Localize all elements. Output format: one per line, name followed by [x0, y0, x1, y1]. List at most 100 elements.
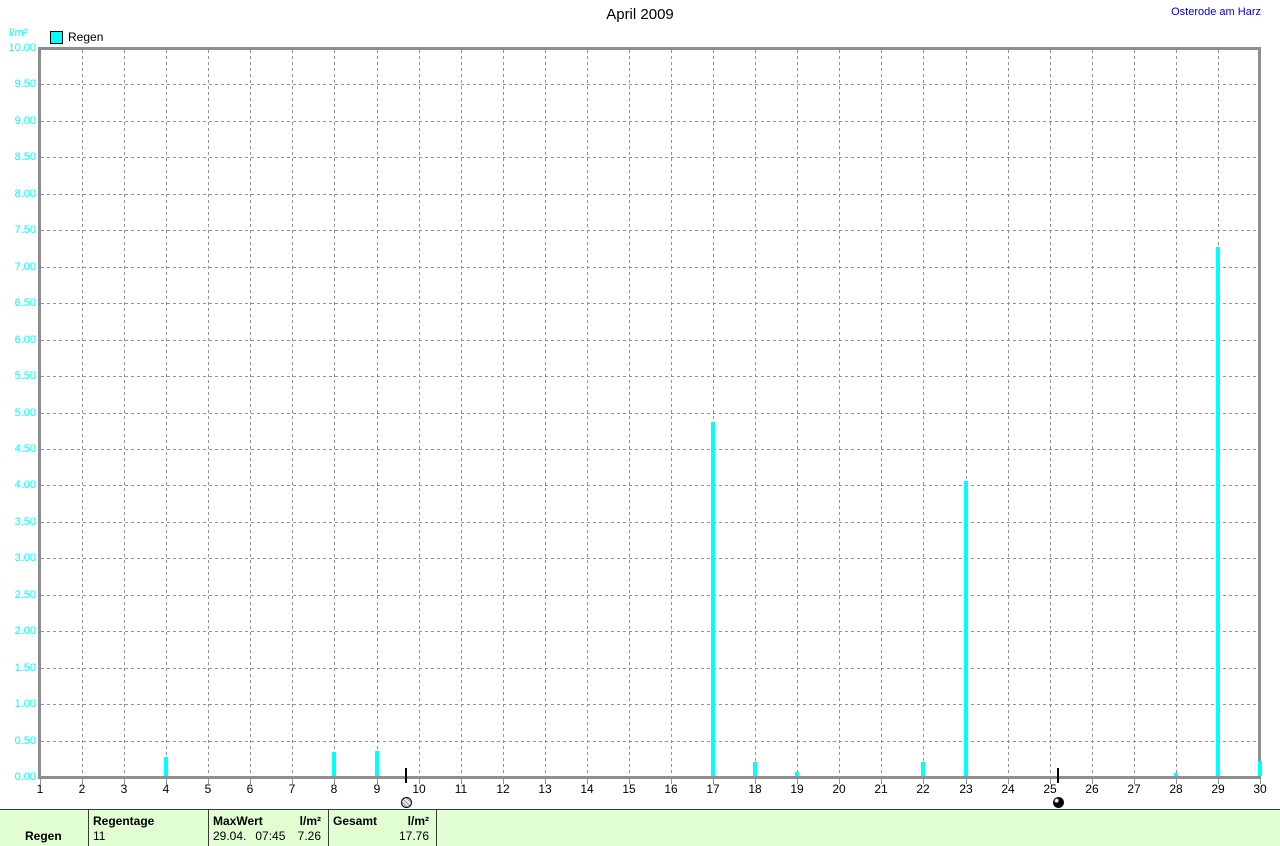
x-grid-line — [1134, 50, 1135, 776]
y-grid-line — [41, 668, 1258, 669]
y-tick-label: 3.00 — [14, 552, 36, 564]
y-tick-label: 8.00 — [14, 188, 36, 200]
summary-cell-regentage: Regentage 11 — [88, 810, 208, 846]
y-tick-label: 1.00 — [14, 698, 36, 710]
summary-cell-maxwert: MaxWert l/m² 29.04. 07:45 7.26 — [208, 810, 328, 846]
x-day-label: 26 — [1085, 782, 1099, 796]
x-day-label: 7 — [288, 782, 296, 796]
x-grid-line — [419, 50, 420, 776]
x-day-label: 25 — [1043, 782, 1057, 796]
x-grid-line — [377, 50, 378, 776]
y-tick-label: 1.50 — [14, 662, 36, 674]
y-tick-label: 9.00 — [14, 115, 36, 127]
x-grid-line — [545, 50, 546, 776]
x-grid-line — [839, 50, 840, 776]
x-day-label: 9 — [373, 782, 381, 796]
x-grid-line — [461, 50, 462, 776]
moon-phase-tick — [405, 768, 407, 783]
rain-bar — [711, 422, 715, 776]
y-tick-label: 4.00 — [14, 479, 36, 491]
x-day-label: 11 — [454, 782, 468, 796]
maxwert-time: 07:45 — [255, 829, 286, 843]
summary-table: Regen Regentage 11 MaxWert l/m² 29.04. 0… — [0, 809, 1280, 846]
rain-bar — [375, 751, 379, 776]
rain-bar — [332, 752, 336, 776]
y-grid-line — [41, 157, 1258, 158]
y-tick-label: 0.50 — [14, 735, 36, 747]
x-grid-line — [1050, 50, 1051, 776]
rain-bar — [795, 772, 799, 776]
x-grid-line — [671, 50, 672, 776]
y-tick-label: 3.50 — [14, 516, 36, 528]
x-day-label: 17 — [706, 782, 720, 796]
y-grid-line — [41, 522, 1258, 523]
y-grid-line — [41, 84, 1258, 85]
y-grid-line — [41, 121, 1258, 122]
x-grid-line — [923, 50, 924, 776]
rain-bar — [164, 757, 168, 776]
rain-bar — [921, 762, 925, 776]
x-grid-line — [166, 50, 167, 776]
maxwert-header: MaxWert — [213, 814, 263, 828]
summary-cell-gesamt: Gesamt l/m² 17.76 — [328, 810, 436, 846]
x-day-label: 15 — [622, 782, 636, 796]
y-grid-line — [41, 558, 1258, 559]
regentage-header: Regentage — [93, 814, 155, 828]
y-grid-line — [41, 230, 1258, 231]
y-tick-label: 7.50 — [14, 224, 36, 236]
x-day-label: 10 — [412, 782, 426, 796]
x-day-label: 3 — [120, 782, 128, 796]
x-grid-line — [587, 50, 588, 776]
y-grid-line — [41, 376, 1258, 377]
gesamt-unit: l/m² — [407, 814, 429, 828]
y-grid-line — [41, 340, 1258, 341]
gesamt-header: Gesamt — [333, 814, 378, 828]
x-grid-line — [755, 50, 756, 776]
x-grid-line — [1092, 50, 1093, 776]
gesamt-value: 17.76 — [398, 829, 429, 843]
regentage-value: 11 — [93, 829, 106, 843]
full-moon-icon — [401, 797, 412, 808]
y-tick-label: 8.50 — [14, 151, 36, 163]
y-tick-label: 10.00 — [8, 42, 36, 54]
y-grid-line — [41, 267, 1258, 268]
x-day-label: 12 — [496, 782, 510, 796]
y-grid-line — [41, 741, 1258, 742]
rain-bar — [1174, 773, 1178, 776]
x-day-label: 19 — [790, 782, 804, 796]
x-grid-line — [82, 50, 83, 776]
y-tick-label: 7.00 — [14, 261, 36, 273]
y-tick-label: 2.00 — [14, 625, 36, 637]
x-day-label: 23 — [959, 782, 973, 796]
y-tick-label: 4.50 — [14, 443, 36, 455]
x-grid-line — [881, 50, 882, 776]
y-tick-label: 5.50 — [14, 370, 36, 382]
x-day-label: 1 — [36, 782, 44, 796]
x-grid-line — [334, 50, 335, 776]
maxwert-unit: l/m² — [299, 814, 321, 828]
x-day-label: 18 — [748, 782, 762, 796]
rain-bar — [964, 481, 968, 776]
x-day-label: 24 — [1001, 782, 1015, 796]
chart-title: April 2009 — [606, 6, 674, 23]
summary-row-label: Regen — [25, 829, 62, 843]
x-day-label: 8 — [330, 782, 338, 796]
maxwert-value: 7.26 — [297, 829, 321, 843]
table-divider — [436, 810, 437, 846]
x-grid-line — [629, 50, 630, 776]
x-day-label: 2 — [78, 782, 86, 796]
x-day-label: 6 — [246, 782, 254, 796]
y-grid-line — [41, 413, 1258, 414]
station-name: Osterode am Harz — [1171, 6, 1261, 18]
x-day-label: 20 — [832, 782, 846, 796]
x-day-label: 5 — [204, 782, 212, 796]
rain-bar — [1258, 761, 1262, 776]
x-grid-line — [797, 50, 798, 776]
x-grid-line — [292, 50, 293, 776]
x-grid-line — [1176, 50, 1177, 776]
x-grid-line — [503, 50, 504, 776]
y-tick-label: 5.00 — [14, 407, 36, 419]
y-grid-line — [41, 485, 1258, 486]
x-day-label: 29 — [1211, 782, 1225, 796]
x-grid-line — [124, 50, 125, 776]
